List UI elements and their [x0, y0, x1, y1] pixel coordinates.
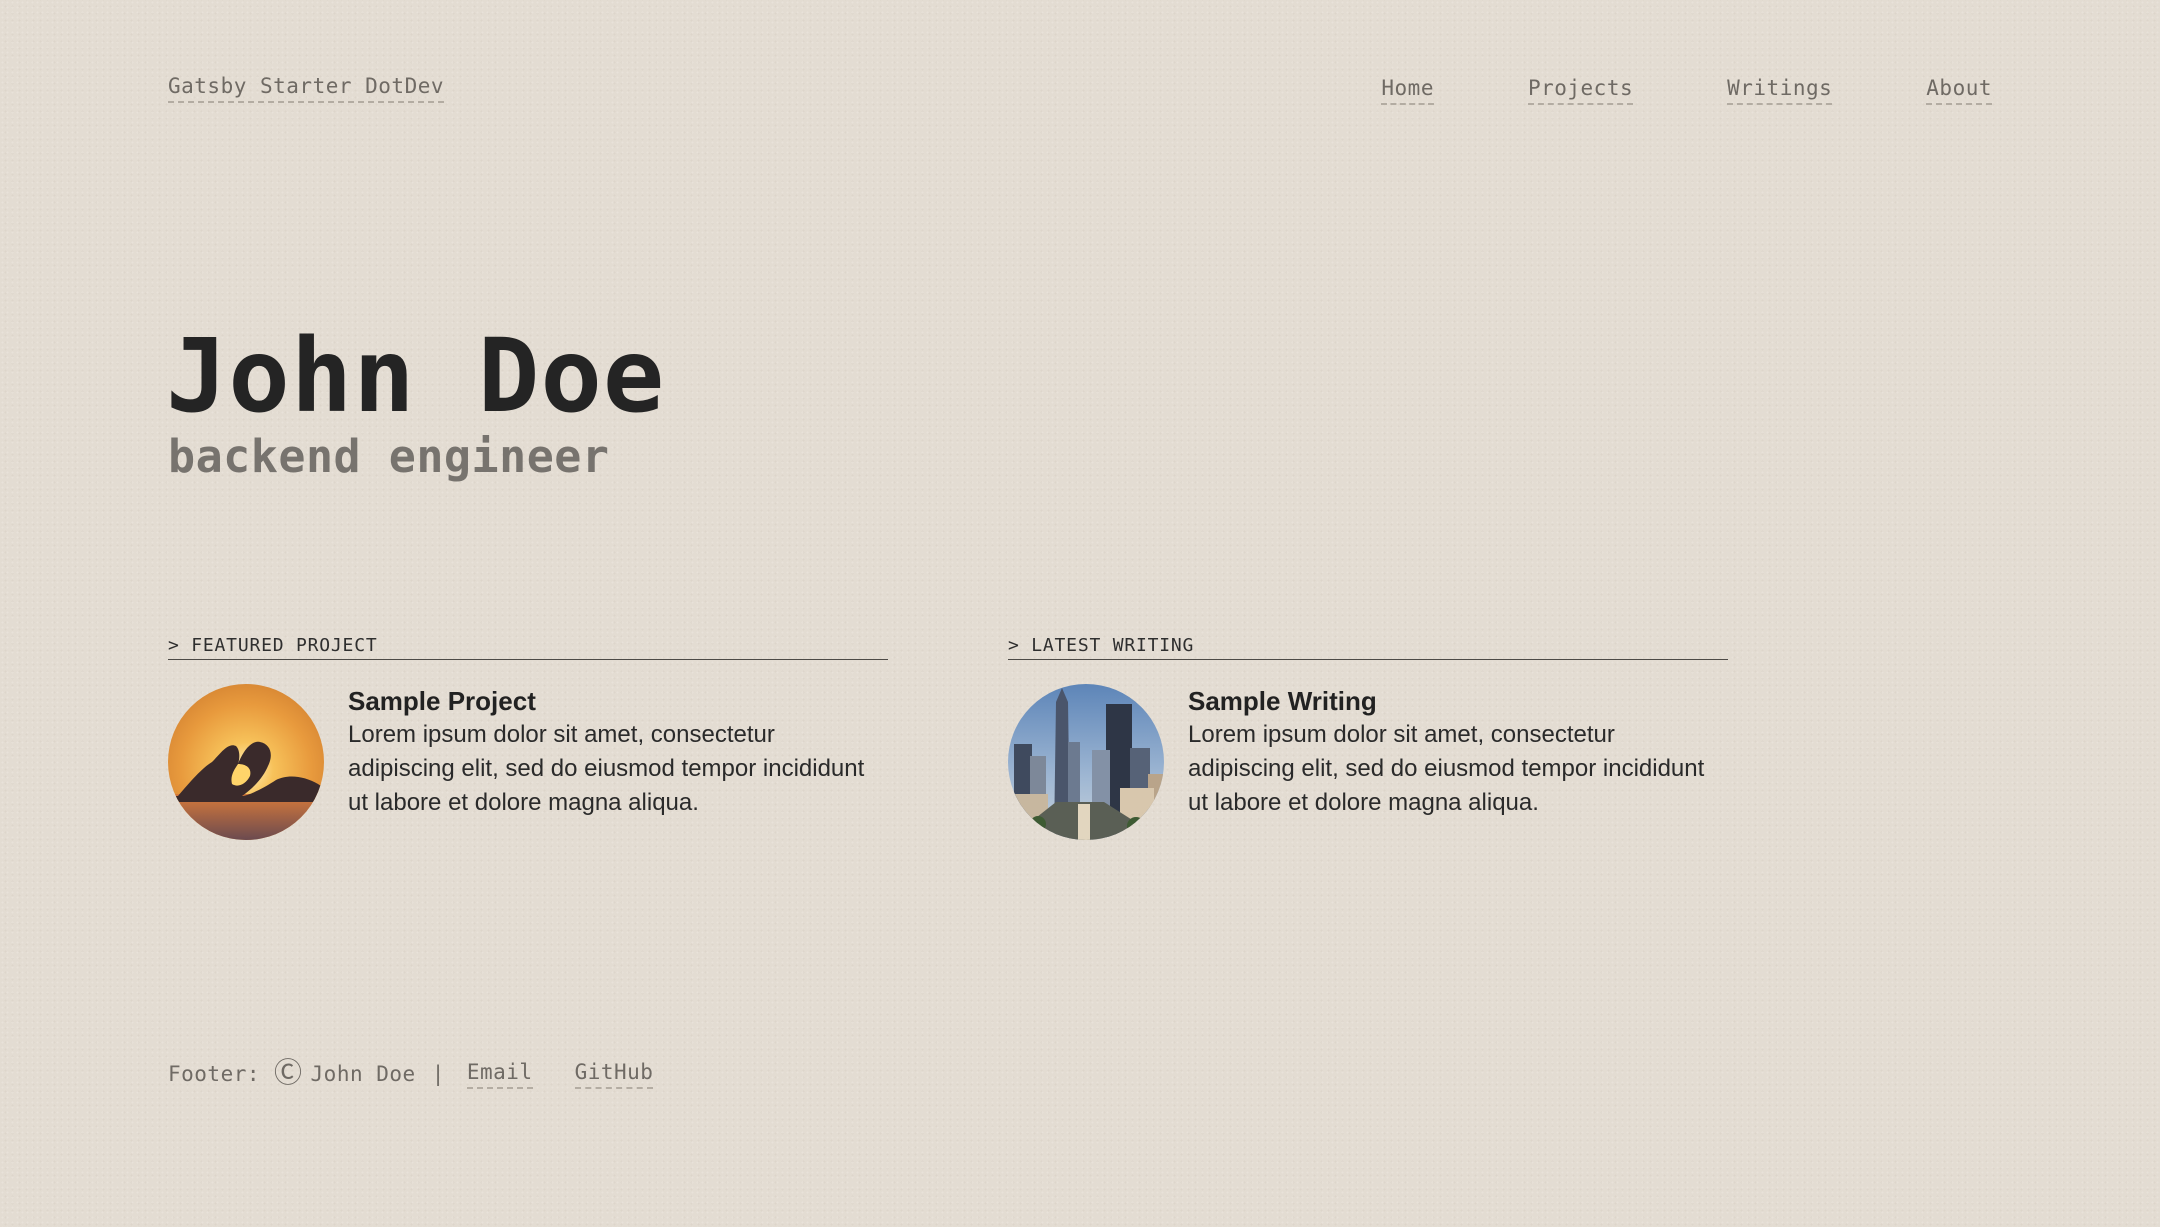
featured-project-title[interactable]: Sample Project	[348, 684, 888, 718]
footer: Footer: Ⓒ John Doe | Email GitHub	[168, 1055, 654, 1089]
featured-project-section: > FEATURED PROJECT Sample Project Lorem …	[168, 634, 888, 840]
city-skyline-image[interactable]	[1008, 684, 1164, 840]
hero: John Doe backend engineer	[166, 318, 665, 484]
site-title-link[interactable]: Gatsby Starter DotDev	[168, 72, 445, 103]
footer-owner: John Doe	[310, 1061, 416, 1086]
heart-hands-sunset-icon	[168, 684, 324, 840]
footer-github-link[interactable]: GitHub	[574, 1058, 654, 1089]
nav-writings[interactable]: Writings	[1727, 74, 1833, 105]
city-skyline-icon	[1008, 684, 1164, 840]
copyright-icon: Ⓒ	[274, 1055, 303, 1089]
nav-projects[interactable]: Projects	[1527, 74, 1634, 105]
latest-writing-body: Sample Writing Lorem ipsum dolor sit ame…	[1188, 684, 1728, 840]
latest-writing-description: Lorem ipsum dolor sit amet, consectetur …	[1188, 721, 1705, 816]
footer-email-link[interactable]: Email	[466, 1058, 533, 1089]
footer-prefix: Footer:	[168, 1061, 261, 1086]
latest-writing-card[interactable]: Sample Writing Lorem ipsum dolor sit ame…	[1008, 684, 1728, 840]
hero-role: backend engineer	[168, 430, 610, 483]
featured-project-heading: > FEATURED PROJECT	[168, 634, 888, 660]
latest-writing-heading: > LATEST WRITING	[1008, 634, 1728, 660]
main-nav: Home Projects Writings About	[1381, 74, 1992, 105]
latest-writing-section: > LATEST WRITING Sample Writing Lorem ip…	[1008, 634, 1728, 840]
nav-home[interactable]: Home	[1381, 74, 1434, 105]
featured-project-description: Lorem ipsum dolor sit amet, consectetur …	[348, 721, 865, 816]
heart-hands-sunset-image[interactable]	[168, 684, 324, 840]
featured-project-card[interactable]: Sample Project Lorem ipsum dolor sit ame…	[168, 684, 888, 840]
nav-about[interactable]: About	[1926, 74, 1992, 105]
hero-name: John Doe	[166, 317, 666, 436]
latest-writing-title[interactable]: Sample Writing	[1188, 684, 1728, 718]
footer-separator: |	[431, 1061, 445, 1086]
featured-project-body: Sample Project Lorem ipsum dolor sit ame…	[348, 684, 888, 840]
